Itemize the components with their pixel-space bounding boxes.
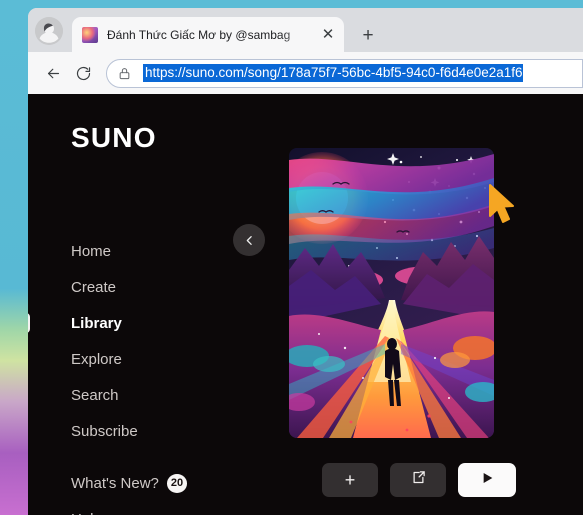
- share-button[interactable]: [390, 463, 446, 497]
- sidebar-item-whats-new[interactable]: What's New? 20: [28, 465, 254, 501]
- play-icon: [479, 470, 495, 491]
- app-sidebar: SUNO Home Create Library Explore Search …: [28, 94, 265, 515]
- sidebar-item-label: Explore: [71, 350, 122, 368]
- sidebar-item-label: Home: [71, 242, 112, 260]
- sidebar-item-label: Create: [71, 278, 117, 296]
- sidebar-item-home[interactable]: Home: [28, 233, 254, 269]
- sidebar-item-explore[interactable]: Explore: [28, 341, 254, 377]
- sidebar-item-label: What's New?: [71, 474, 159, 492]
- address-bar[interactable]: https://suno.com/song/178a75f7-56bc-4bf5…: [106, 58, 583, 88]
- browser-tab-active[interactable]: Đánh Thức Giấc Mơ by @sambag ✕: [72, 17, 344, 52]
- sidebar-item-label: Search: [71, 386, 119, 404]
- song-artwork-favicon: [82, 26, 98, 43]
- add-button[interactable]: +: [322, 463, 378, 497]
- reload-button[interactable]: [68, 58, 98, 88]
- new-tab-button[interactable]: +: [355, 22, 381, 48]
- sidebar-nav: Home Create Library Explore Search Subsc…: [28, 233, 254, 515]
- lock-icon[interactable]: [118, 67, 133, 80]
- tab-strip: Đánh Thức Giấc Mơ by @sambag ✕ +: [28, 8, 583, 52]
- url-input[interactable]: https://suno.com/song/178a75f7-56bc-4bf5…: [143, 64, 523, 82]
- suno-logo[interactable]: SUNO: [71, 122, 157, 154]
- page-viewport: SUNO Home Create Library Explore Search …: [28, 94, 583, 515]
- plus-icon: +: [344, 470, 356, 490]
- sidebar-item-label: Library: [71, 314, 122, 332]
- sidebar-item-library[interactable]: Library: [28, 305, 254, 341]
- play-button[interactable]: [458, 463, 516, 497]
- share-icon: [411, 470, 426, 490]
- sidebar-item-label: Subscribe: [71, 422, 138, 440]
- sidebar-item-subscribe[interactable]: Subscribe: [28, 413, 254, 449]
- sidebar-item-label: Help: [71, 511, 102, 515]
- browser-toolbar: https://suno.com/song/178a75f7-56bc-4bf5…: [28, 52, 583, 94]
- back-button[interactable]: [38, 58, 68, 88]
- song-detail-panel: +: [289, 94, 583, 515]
- song-artwork[interactable]: [289, 148, 494, 438]
- sidebar-item-create[interactable]: Create: [28, 269, 254, 305]
- browser-window: Đánh Thức Giấc Mơ by @sambag ✕ + https:/…: [28, 8, 583, 515]
- status-badge: 20: [166, 473, 188, 493]
- sidebar-item-help[interactable]: Help: [28, 501, 254, 515]
- profile-avatar[interactable]: [35, 17, 63, 45]
- close-icon[interactable]: ✕: [318, 25, 338, 45]
- tab-title: Đánh Thức Giấc Mơ by @sambag: [107, 27, 291, 42]
- sidebar-item-search[interactable]: Search: [28, 377, 254, 413]
- song-actions: +: [322, 463, 516, 497]
